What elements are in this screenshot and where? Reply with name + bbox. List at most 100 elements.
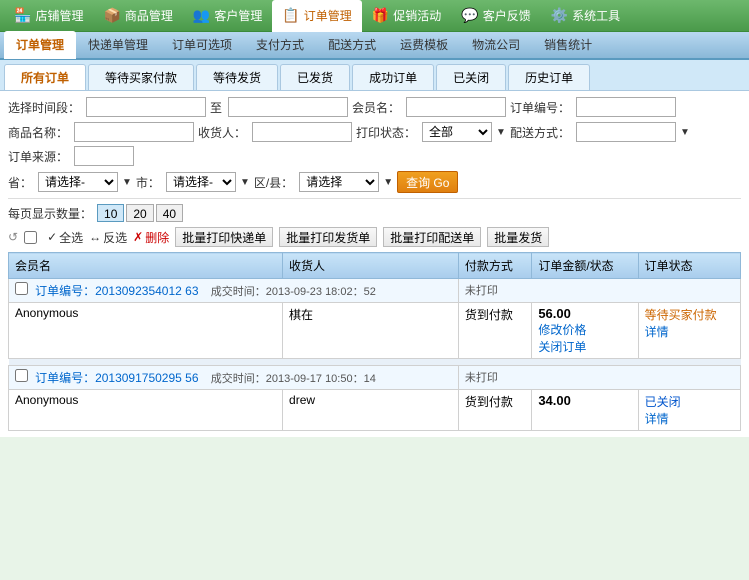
subnav-stats[interactable]: 销售统计 [532, 31, 604, 59]
orders-icon: 📋 [282, 7, 299, 24]
city-select[interactable]: 请选择- [166, 172, 236, 192]
order-source-input[interactable] [74, 146, 134, 166]
print-shipping-btn[interactable]: 批量打印发货单 [279, 227, 377, 247]
tab-all-orders[interactable]: 所有订单 [4, 64, 86, 90]
receiver-label: 收货人： [198, 124, 246, 141]
member-cell: Anonymous [9, 390, 283, 431]
time-end-input[interactable] [228, 97, 348, 117]
order-data-row: Anonymous drew 货到付款 34.00 已关闭 详情 [9, 390, 741, 431]
main-content: 选择时间段： 至 会员名： 订单编号： 商品名称： 收货人： 打印状态： 全部 … [0, 91, 749, 437]
col-member: 会员名 [9, 253, 283, 279]
member-cell: Anonymous [9, 303, 283, 359]
inverse-icon: ↔ [89, 230, 101, 244]
product-name-label: 商品名称： [8, 124, 68, 141]
spacer-row [9, 359, 741, 366]
tools-icon: ⚙️ [551, 7, 568, 24]
district-arrow: ▼ [383, 177, 393, 188]
amount-action-link[interactable]: 关闭订单 [538, 338, 631, 355]
delete-button[interactable]: ✗ 删除 [133, 229, 169, 246]
district-select[interactable]: 请选择 [299, 172, 379, 192]
delete-icon: ✗ [133, 230, 143, 244]
tab-pending-ship[interactable]: 等待发货 [196, 64, 278, 90]
tab-shipped[interactable]: 已发货 [280, 64, 350, 90]
form-row-2: 商品名称： 收货人： 打印状态： 全部 已打印 未打印 ▼ 配送方式： ▼ 订单… [8, 122, 741, 166]
subnav-payment[interactable]: 支付方式 [244, 31, 316, 59]
perpage-40[interactable]: 40 [156, 204, 183, 222]
subnav-delivery[interactable]: 配送方式 [316, 31, 388, 59]
order-print-status: 未打印 [458, 366, 740, 390]
select-all-button[interactable]: ✓ 全选 [47, 229, 83, 246]
inverse-select-button[interactable]: ↔ 反选 [89, 229, 127, 246]
subnav-order-manage[interactable]: 订单管理 [4, 31, 76, 59]
perpage-20[interactable]: 20 [126, 204, 153, 222]
status-detail-link[interactable]: 详情 [645, 323, 734, 340]
receiver-input[interactable] [252, 122, 352, 142]
order-no-cell: 订单编号：2013092354012 63 成交时间：2013-09-23 18… [9, 279, 459, 303]
delivery-label: 配送方式： [510, 124, 570, 141]
order-checkbox-0[interactable] [15, 282, 28, 295]
refresh-icon[interactable]: ↺ [8, 230, 18, 244]
promotions-icon: 🎁 [372, 7, 389, 24]
order-print-status: 未打印 [458, 279, 740, 303]
print-express-btn[interactable]: 批量打印快递单 [175, 227, 273, 247]
batch-ship-btn[interactable]: 批量发货 [487, 227, 549, 247]
form-row-3: 省： 请选择- ▼ 市： 请选择- ▼ 区/县： 请选择 ▼ 查询 Go [8, 171, 741, 193]
sub-nav: 订单管理 快递单管理 订单可选项 支付方式 配送方式 运费模板 物流公司 销售统… [0, 32, 749, 60]
nav-promotions[interactable]: 🎁 促销活动 [362, 0, 451, 32]
perpage-row: 每页显示数量： 10 20 40 [8, 198, 741, 222]
tab-success[interactable]: 成功订单 [352, 64, 434, 90]
perpage-label: 每页显示数量： [8, 205, 92, 222]
col-receiver: 收货人 [283, 253, 459, 279]
tab-pending-payment[interactable]: 等待买家付款 [88, 64, 194, 90]
nav-tools[interactable]: ⚙️ 系统工具 [541, 0, 630, 32]
order-no-input[interactable] [576, 97, 676, 117]
delivery-input[interactable] [576, 122, 676, 142]
order-no-cell: 订单编号：2013091750295 56 成交时间：2013-09-17 10… [9, 366, 459, 390]
customers-icon: 👥 [193, 7, 210, 24]
tab-closed[interactable]: 已关闭 [436, 64, 506, 90]
nav-customers[interactable]: 👥 客户管理 [183, 0, 272, 32]
col-status: 订单状态 [638, 253, 740, 279]
pay-method-cell: 货到付款 [458, 390, 531, 431]
receiver-cell: drew [283, 390, 459, 431]
nav-orders[interactable]: 📋 订单管理 [272, 0, 361, 32]
order-status: 已关闭 [645, 395, 681, 409]
print-select-arrow: ▼ [496, 127, 506, 138]
nav-feedback[interactable]: 💬 客户反馈 [451, 0, 540, 32]
amount-cell: 56.00 修改价格关闭订单 [532, 303, 638, 359]
print-delivery-btn[interactable]: 批量打印配送单 [383, 227, 481, 247]
query-button[interactable]: 查询 Go [397, 171, 458, 193]
subnav-freight[interactable]: 运费模板 [388, 31, 460, 59]
product-name-input[interactable] [74, 122, 194, 142]
time-range-label: 选择时间段： [8, 99, 80, 116]
subnav-logistics[interactable]: 物流公司 [460, 31, 532, 59]
amount-cell: 34.00 [532, 390, 638, 431]
order-status: 等待买家付款 [645, 308, 717, 322]
col-pay-method: 付款方式 [458, 253, 531, 279]
time-to-label: 至 [210, 99, 222, 116]
district-label: 区/县： [254, 174, 293, 191]
subnav-express[interactable]: 快递单管理 [76, 31, 160, 59]
member-name-input[interactable] [406, 97, 506, 117]
province-select[interactable]: 请选择- [38, 172, 118, 192]
select-all-checkbox[interactable] [24, 231, 37, 244]
print-state-label: 打印状态： [356, 124, 416, 141]
print-state-select[interactable]: 全部 已打印 未打印 [422, 122, 492, 142]
amount-action-link[interactable]: 修改价格 [538, 321, 631, 338]
order-no-link[interactable]: 订单编号：2013091750295 56 [35, 371, 198, 385]
order-checkbox-1[interactable] [15, 369, 28, 382]
tab-history[interactable]: 历史订单 [508, 64, 590, 90]
nav-store[interactable]: 🏪 店铺管理 [4, 0, 93, 32]
nav-products[interactable]: 📦 商品管理 [93, 0, 182, 32]
order-source-label: 订单来源： [8, 148, 68, 165]
store-icon: 🏪 [14, 7, 31, 24]
order-no-link[interactable]: 订单编号：2013092354012 63 [35, 284, 198, 298]
actions-row: ↺ ✓ 全选 ↔ 反选 ✗ 删除 批量打印快递单 批量打印发货单 批量打印配送单… [8, 227, 741, 247]
status-detail-link[interactable]: 详情 [645, 410, 734, 427]
subnav-options[interactable]: 订单可选项 [160, 31, 244, 59]
feedback-icon: 💬 [461, 7, 478, 24]
province-label: 省： [8, 174, 32, 191]
perpage-10[interactable]: 10 [97, 204, 124, 222]
order-amount: 34.00 [538, 393, 571, 408]
time-start-input[interactable] [86, 97, 206, 117]
